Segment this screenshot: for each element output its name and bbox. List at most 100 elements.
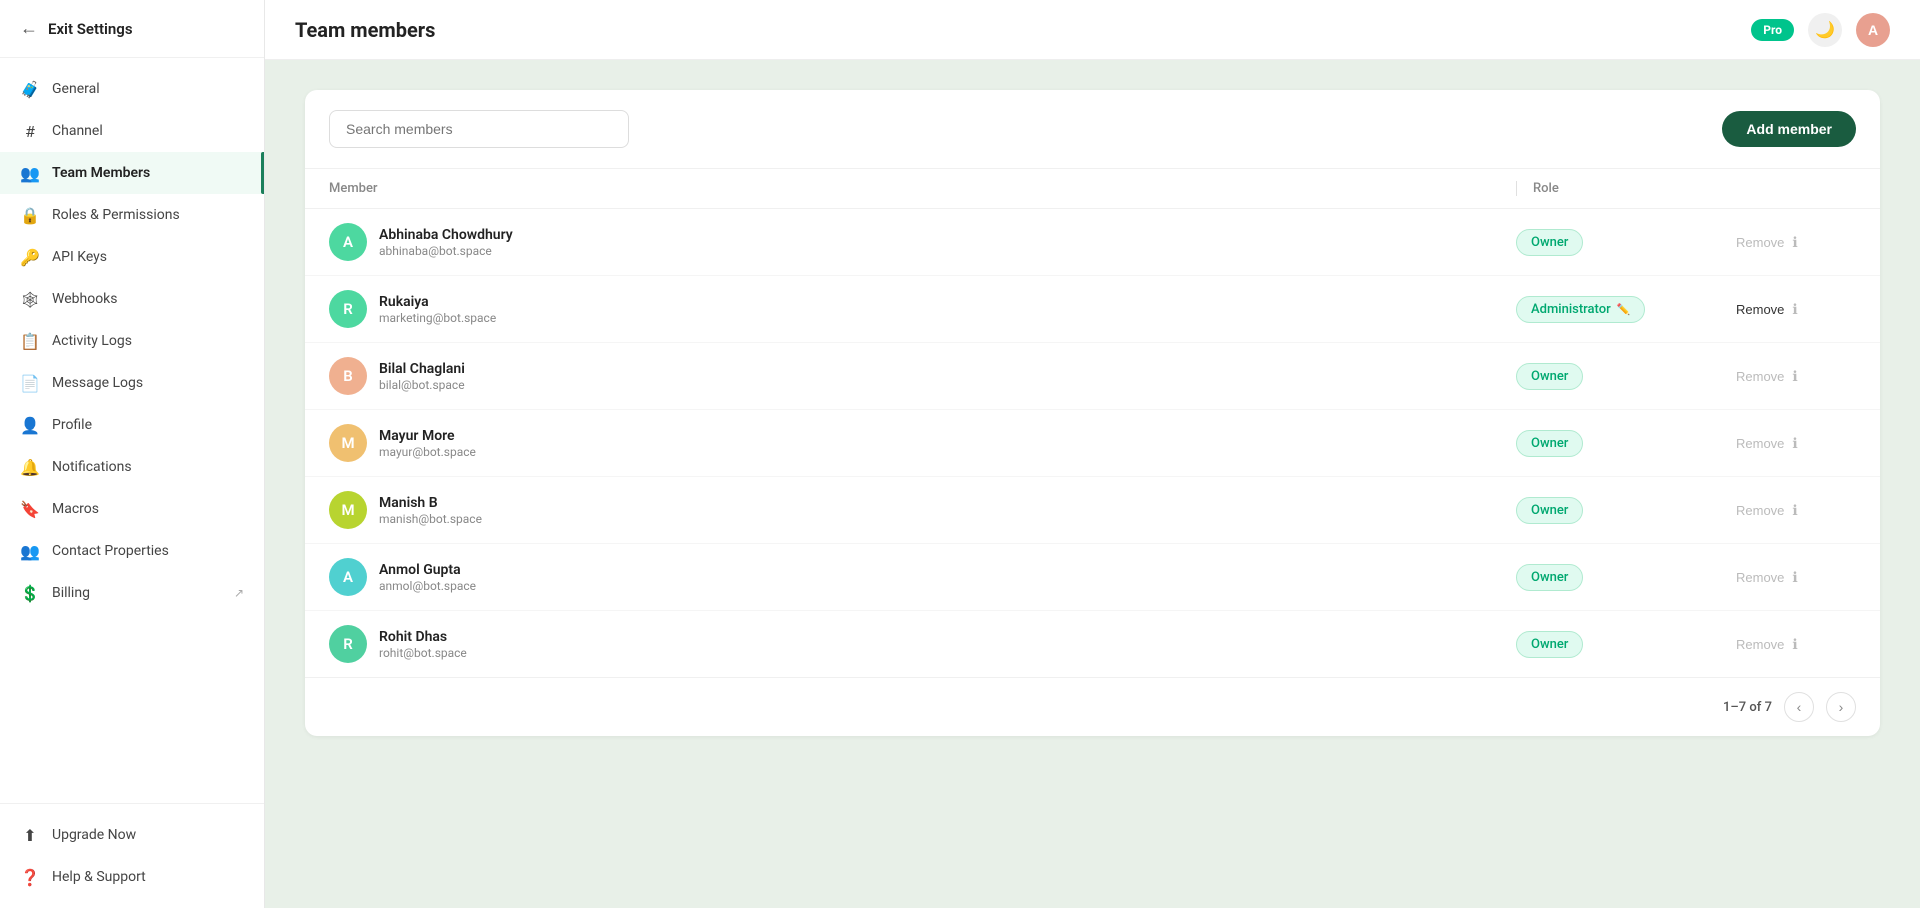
member-role: Owner (1516, 229, 1736, 256)
info-button[interactable]: ℹ (1792, 301, 1797, 318)
upgrade-now-icon: ⬆ (20, 825, 40, 845)
member-actions: Remove ℹ (1736, 502, 1856, 519)
sidebar-item-upgrade-now[interactable]: ⬆ Upgrade Now (0, 814, 264, 856)
col-header-role: Role (1516, 181, 1736, 196)
role-badge: Administrator✏️ (1516, 296, 1645, 323)
table-row: A Anmol Gupta anmol@bot.space Owner Remo… (305, 544, 1880, 611)
member-actions: Remove ℹ (1736, 234, 1856, 251)
role-badge: Owner (1516, 430, 1583, 457)
sidebar-item-activity-logs[interactable]: 📋 Activity Logs (0, 320, 264, 362)
back-button[interactable]: ← (20, 18, 38, 39)
remove-member-button: Remove (1736, 235, 1784, 250)
help-support-icon: ❓ (20, 867, 40, 887)
table-header: Member Role (305, 169, 1880, 209)
member-role: Owner (1516, 363, 1736, 390)
add-member-button[interactable]: Add member (1722, 111, 1856, 147)
member-email: manish@bot.space (379, 512, 482, 526)
member-info: R Rukaiya marketing@bot.space (329, 290, 1516, 328)
team-members-icon: 👥 (20, 163, 40, 183)
member-avatar: A (329, 223, 367, 261)
member-email: abhinaba@bot.space (379, 244, 513, 258)
pagination-info: 1–7 of 7 (1723, 700, 1772, 715)
member-name: Anmol Gupta (379, 562, 476, 578)
sidebar-item-general[interactable]: 🧳 General (0, 68, 264, 110)
sidebar-item-label: Contact Properties (52, 543, 169, 559)
sidebar-item-label: Channel (52, 123, 103, 139)
member-email: rohit@bot.space (379, 646, 467, 660)
sidebar-item-help-support[interactable]: ❓ Help & Support (0, 856, 264, 898)
info-button[interactable]: ℹ (1792, 636, 1797, 653)
info-button[interactable]: ℹ (1792, 502, 1797, 519)
info-button[interactable]: ℹ (1792, 234, 1797, 251)
billing-icon: 💲 (20, 583, 40, 603)
sidebar-item-billing[interactable]: 💲 Billing ↗ (0, 572, 264, 614)
sidebar-item-api-keys[interactable]: 🔑 API Keys (0, 236, 264, 278)
sidebar-bottom: ⬆ Upgrade Now ❓ Help & Support (0, 803, 264, 908)
member-info: R Rohit Dhas rohit@bot.space (329, 625, 1516, 663)
sidebar-item-label: Notifications (52, 459, 132, 475)
role-badge: Owner (1516, 564, 1583, 591)
member-info: M Manish B manish@bot.space (329, 491, 1516, 529)
sidebar-item-contact-properties[interactable]: 👥 Contact Properties (0, 530, 264, 572)
theme-toggle-button[interactable]: 🌙 (1808, 13, 1842, 47)
member-name: Bilal Chaglani (379, 361, 465, 377)
members-list: A Abhinaba Chowdhury abhinaba@bot.space … (305, 209, 1880, 677)
main-header: Team members Pro 🌙 A (265, 0, 1920, 60)
sidebar-item-label: Upgrade Now (52, 827, 136, 843)
contact-properties-icon: 👥 (20, 541, 40, 561)
role-badge: Owner (1516, 229, 1583, 256)
sidebar-item-label: Profile (52, 417, 92, 433)
sidebar-item-label: API Keys (52, 249, 107, 265)
pagination-next-button[interactable]: › (1826, 692, 1856, 722)
sidebar-item-channel[interactable]: # Channel (0, 110, 264, 152)
sidebar-nav: 🧳 General # Channel 👥 Team Members 🔒 Rol… (0, 58, 264, 803)
pro-badge: Pro (1751, 19, 1794, 41)
member-avatar: B (329, 357, 367, 395)
member-info: B Bilal Chaglani bilal@bot.space (329, 357, 1516, 395)
info-button[interactable]: ℹ (1792, 435, 1797, 452)
main-content: Team members Pro 🌙 A Add member Member R… (265, 0, 1920, 908)
member-info: A Anmol Gupta anmol@bot.space (329, 558, 1516, 596)
member-avatar: R (329, 290, 367, 328)
member-name: Manish B (379, 495, 482, 511)
profile-icon: 👤 (20, 415, 40, 435)
sidebar: ← Exit Settings 🧳 General # Channel 👥 Te… (0, 0, 265, 908)
page-title: Team members (295, 18, 435, 42)
member-role: Owner (1516, 430, 1736, 457)
general-icon: 🧳 (20, 79, 40, 99)
remove-member-button: Remove (1736, 503, 1784, 518)
sidebar-item-team-members[interactable]: 👥 Team Members (0, 152, 264, 194)
sidebar-item-macros[interactable]: 🔖 Macros (0, 488, 264, 530)
user-avatar-button[interactable]: A (1856, 13, 1890, 47)
member-name: Rohit Dhas (379, 629, 467, 645)
roles-permissions-icon: 🔒 (20, 205, 40, 225)
api-keys-icon: 🔑 (20, 247, 40, 267)
sidebar-title: Exit Settings (48, 20, 133, 38)
sidebar-item-roles-permissions[interactable]: 🔒 Roles & Permissions (0, 194, 264, 236)
member-info: M Mayur More mayur@bot.space (329, 424, 1516, 462)
member-name: Abhinaba Chowdhury (379, 227, 513, 243)
card-footer: 1–7 of 7 ‹ › (305, 677, 1880, 736)
remove-member-button[interactable]: Remove (1736, 302, 1784, 317)
edit-role-icon[interactable]: ✏️ (1617, 303, 1631, 316)
info-button[interactable]: ℹ (1792, 569, 1797, 586)
sidebar-item-webhooks[interactable]: 🕸 Webhooks (0, 278, 264, 320)
external-icon: ↗ (234, 586, 244, 600)
sidebar-item-message-logs[interactable]: 📄 Message Logs (0, 362, 264, 404)
sidebar-item-profile[interactable]: 👤 Profile (0, 404, 264, 446)
role-badge: Owner (1516, 631, 1583, 658)
member-avatar: R (329, 625, 367, 663)
col-header-member: Member (329, 181, 1516, 196)
pagination-prev-button[interactable]: ‹ (1784, 692, 1814, 722)
member-info: A Abhinaba Chowdhury abhinaba@bot.space (329, 223, 1516, 261)
member-name: Mayur More (379, 428, 476, 444)
content-area: Add member Member Role A Abhinaba Chowdh… (265, 60, 1920, 908)
search-input[interactable] (329, 110, 629, 148)
info-button[interactable]: ℹ (1792, 368, 1797, 385)
remove-member-button: Remove (1736, 436, 1784, 451)
member-email: marketing@bot.space (379, 311, 496, 325)
sidebar-item-notifications[interactable]: 🔔 Notifications (0, 446, 264, 488)
notifications-icon: 🔔 (20, 457, 40, 477)
member-actions: Remove ℹ (1736, 368, 1856, 385)
sidebar-item-label: Macros (52, 501, 99, 517)
